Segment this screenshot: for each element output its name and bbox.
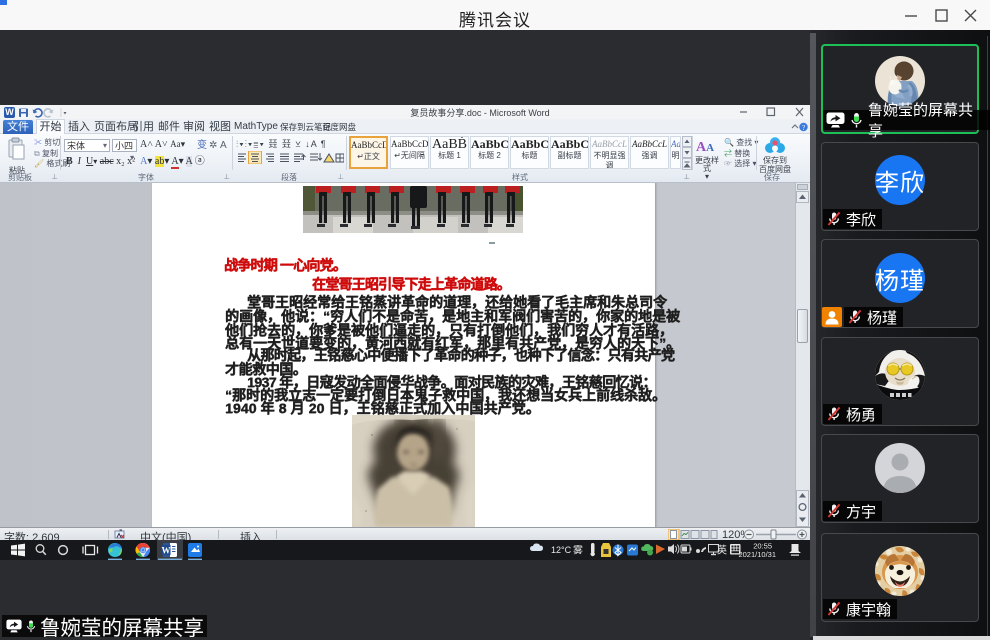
svg-text:✲: ✲ xyxy=(209,140,217,150)
svg-text:变: 变 xyxy=(197,138,207,150)
svg-text:W: W xyxy=(162,546,171,556)
svg-text:雾: 雾 xyxy=(573,545,583,557)
svg-text:英: 英 xyxy=(717,544,727,557)
svg-text:A: A xyxy=(220,140,227,150)
svg-text:?: ? xyxy=(802,124,805,132)
svg-text:2021/10/31: 2021/10/31 xyxy=(738,550,776,559)
svg-text:12°C: 12°C xyxy=(551,545,572,555)
